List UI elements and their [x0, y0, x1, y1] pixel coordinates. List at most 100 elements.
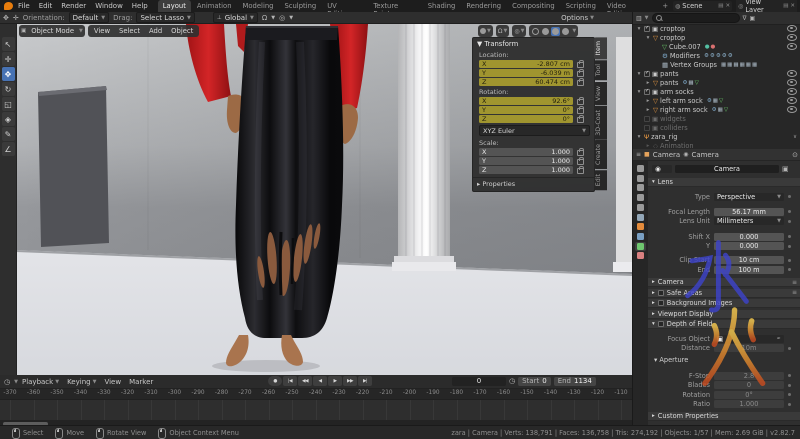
visibility-eye-icon[interactable] — [787, 88, 797, 95]
animate-dot-icon[interactable] — [788, 374, 791, 377]
animate-dot-icon[interactable] — [788, 403, 791, 406]
outliner-row-zara-rig[interactable]: ▾Ψzara_rig∨ — [633, 132, 800, 141]
prop-field-lens-unit[interactable]: Millimeters▼ — [714, 217, 784, 225]
move-tool-button[interactable]: ✥ — [2, 67, 15, 81]
prop-field-rotation[interactable]: 0° — [714, 391, 784, 399]
timeline-tracks[interactable] — [0, 400, 632, 420]
animate-dot-icon[interactable] — [788, 220, 791, 223]
prev-keyframe-button[interactable]: ◀◀ — [298, 376, 312, 386]
location-x-field[interactable]: X-2.807 cm — [479, 60, 573, 68]
vertex-group-icon[interactable]: ▦ — [721, 62, 726, 68]
new-scene-icon[interactable]: ▤ — [718, 3, 723, 9]
collection-checkbox[interactable] — [644, 26, 650, 32]
workspace-tab-uv-editing[interactable]: UV Editing — [322, 0, 367, 12]
editor-type-icon[interactable]: ▥ — [636, 15, 642, 22]
frame-start-field[interactable]: Start0 — [518, 377, 551, 386]
properties-subpanel-header[interactable]: ▸ Properties — [473, 177, 594, 190]
viewport-menu-add[interactable]: Add — [145, 27, 166, 35]
outliner-row-croptop[interactable]: ▾▽croptop — [633, 33, 800, 42]
scale-tool-button[interactable]: ◱ — [2, 97, 15, 111]
snap-magnet-icon[interactable]: Ω — [262, 14, 267, 22]
workspace-tab-sculpting[interactable]: Sculpting — [279, 0, 321, 12]
mesh-data-icon[interactable]: ▽ — [719, 98, 723, 104]
tool-options-icon[interactable]: ✛ — [13, 14, 19, 22]
lock-icon[interactable] — [577, 159, 584, 165]
proportional-falloff-icon[interactable]: ▼ — [289, 15, 293, 21]
section-checkbox[interactable] — [658, 321, 664, 327]
snap-settings-icon[interactable]: ▼ — [271, 15, 275, 21]
lock-icon[interactable] — [577, 71, 584, 77]
modifier-icon[interactable]: ⚙ — [722, 53, 727, 59]
viewport-menu-select[interactable]: Select — [115, 27, 144, 35]
sidebar-tab-edit[interactable]: Edit — [594, 170, 607, 190]
outliner-row-vertex-groups[interactable]: ▦Vertex Groups▦▦▦▦▦▦ — [633, 60, 800, 69]
mesh-data-icon[interactable]: ▽ — [695, 80, 699, 86]
collection-checkbox[interactable] — [644, 116, 650, 122]
section-header-custom-properties[interactable]: ▸Custom Properties — [648, 412, 800, 421]
jump-to-end-button[interactable]: ▶| — [358, 376, 372, 386]
prop-field-ratio[interactable]: 1.000 — [714, 400, 784, 408]
outliner-row-pants[interactable]: ▸▽pants⚙▦▽ — [633, 78, 800, 87]
viewport-menu-view[interactable]: View — [90, 27, 114, 35]
disclosure-icon[interactable]: ▸ — [645, 80, 651, 86]
new-view-layer-icon[interactable]: ▤ — [783, 3, 788, 9]
vertex-group-icon[interactable]: ▦ — [746, 62, 751, 68]
collection-checkbox[interactable] — [644, 89, 650, 95]
material-green-icon[interactable]: ● — [705, 44, 710, 50]
prop-field-focal-length[interactable]: 56.17 mm — [714, 208, 784, 216]
delete-view-layer-icon[interactable]: ✕ — [790, 3, 795, 9]
disclosure-icon[interactable]: ▾ — [636, 89, 642, 95]
animate-dot-icon[interactable] — [788, 245, 791, 248]
workspace-tab-layout[interactable]: Layout — [158, 0, 191, 12]
scene-selector[interactable]: ◍ Scene ▤ ✕ — [673, 1, 732, 11]
workspace-tab-animation[interactable]: Animation — [192, 0, 237, 12]
timeline-menu-view[interactable]: View — [104, 378, 121, 386]
rendered-shading-button[interactable] — [561, 27, 570, 36]
properties-tab-scene[interactable] — [635, 203, 646, 212]
orientation-dropdown[interactable]: Default▼ — [69, 12, 109, 23]
wireframe-shading-button[interactable] — [531, 27, 540, 36]
sidebar-tab-view[interactable]: View — [594, 82, 607, 105]
disclosure-icon[interactable]: ▾ — [636, 71, 642, 77]
scale-z-field[interactable]: Z1.000 — [479, 166, 573, 174]
rotation-x-field[interactable]: X92.6° — [479, 97, 573, 105]
lock-icon[interactable] — [577, 99, 584, 105]
tweak-select-tool-button[interactable]: ↖ — [2, 37, 15, 51]
vertex-group-icon[interactable]: ▦ — [688, 80, 693, 86]
transform-tool-button[interactable]: ◈ — [2, 112, 15, 126]
workspace-tab-video-editing[interactable]: Video Editing — [602, 0, 656, 12]
eyedropper-icon[interactable]: ✒ — [777, 336, 781, 342]
viewport-menu-object[interactable]: Object — [167, 27, 197, 35]
modifier-icon[interactable]: ⚙ — [710, 53, 715, 59]
play-button[interactable]: ▶ — [328, 376, 342, 386]
timeline-ruler[interactable]: -370-360-350-340-330-320-310-300-290-280… — [0, 389, 632, 400]
menu-render[interactable]: Render — [61, 2, 86, 10]
vertex-group-icon[interactable]: ▦ — [713, 98, 718, 104]
animate-dot-icon[interactable] — [788, 384, 791, 387]
disclosure-icon[interactable]: ▾ — [636, 134, 642, 140]
workspace-tab-item[interactable]: + — [657, 0, 673, 12]
modifier-icon[interactable]: ⚙ — [704, 53, 709, 59]
sidebar-tab-item[interactable]: Item — [594, 37, 607, 59]
vertex-group-icon[interactable]: ▦ — [752, 62, 757, 68]
menu-help[interactable]: Help — [132, 2, 148, 10]
visibility-eye-icon[interactable] — [787, 106, 797, 113]
outliner-row-colliders[interactable]: ▣colliders — [633, 123, 800, 132]
disclosure-icon[interactable]: ▸ — [645, 98, 651, 104]
wrench-icon[interactable]: ⚙ — [707, 98, 712, 104]
properties-tab-output[interactable] — [635, 183, 646, 192]
prop-field-clip-start[interactable]: 10 cm — [714, 256, 784, 264]
section-checkbox[interactable] — [658, 290, 664, 296]
outliner-row-widgets[interactable]: ▣widgets — [633, 114, 800, 123]
wrench-icon[interactable]: ⚙ — [682, 80, 687, 86]
datablock-name-field[interactable]: Camera — [675, 165, 779, 173]
menu-file[interactable]: File — [18, 2, 30, 10]
prop-field-blades[interactable]: 0 — [714, 381, 784, 389]
outliner-row-pants[interactable]: ▾▣pants — [633, 69, 800, 78]
location-y-field[interactable]: Y-6.039 m — [479, 69, 573, 77]
mode-dropdown[interactable]: ▣ Object Mode ▼ — [19, 25, 85, 37]
focus-object-field[interactable]: ▣✒ — [714, 335, 784, 343]
prop-field-y[interactable]: 0.000 — [714, 242, 784, 250]
outliner-row-modifiers[interactable]: ⚙Modifiers⚙⚙⚙⚙⚙ — [633, 51, 800, 60]
outliner-search-input[interactable] — [652, 13, 740, 23]
